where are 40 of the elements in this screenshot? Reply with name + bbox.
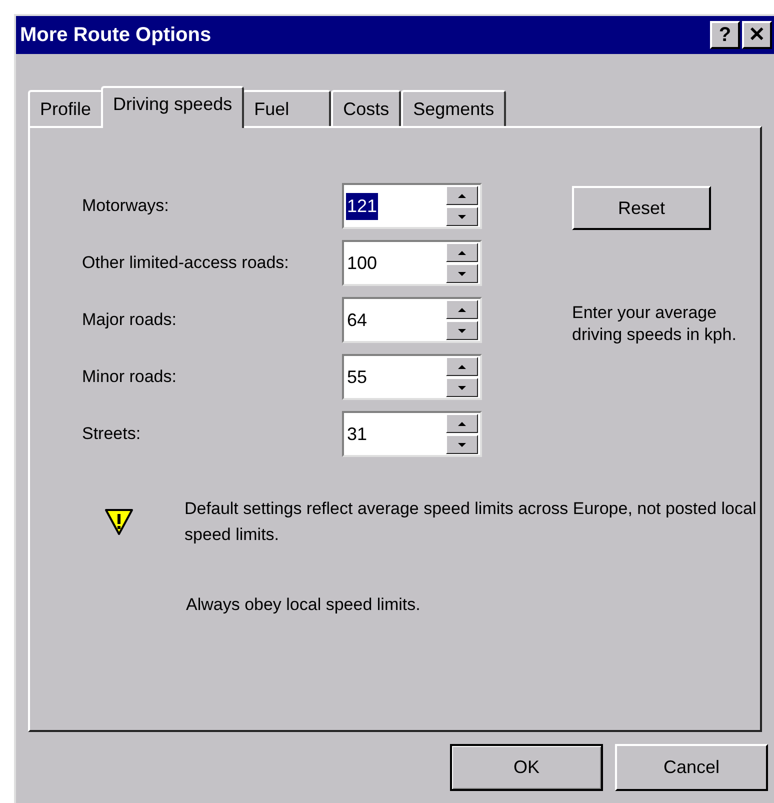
field-value: 100 [346, 252, 378, 274]
up-arrow-icon[interactable] [458, 364, 466, 368]
tab[interactable]: Profile [28, 90, 104, 126]
speed-spinbox[interactable]: 121 [342, 183, 482, 229]
notice-text: Always obey local speed limits. [186, 594, 422, 616]
down-arrow-icon[interactable] [458, 442, 466, 446]
down-arrow-icon[interactable] [458, 214, 466, 218]
field-value: 31 [346, 422, 368, 446]
down-arrow-icon[interactable] [458, 328, 466, 332]
cancel-button[interactable]: Cancel [615, 744, 768, 791]
speed-label: Motorways: [82, 195, 170, 217]
speed-label: Streets: [82, 423, 142, 445]
tab[interactable]: Costs [331, 90, 402, 126]
speed-spinbox[interactable]: 100 [342, 240, 482, 286]
speed-spinbox[interactable]: 64 [342, 297, 482, 343]
up-arrow-icon[interactable] [458, 250, 466, 254]
up-arrow-icon[interactable] [458, 308, 466, 312]
ok-button[interactable]: OK [450, 744, 603, 791]
up-arrow-icon[interactable] [458, 422, 466, 426]
hint-text: Enter your average driving speeds in kph. [572, 302, 737, 346]
warning-icon [104, 508, 134, 536]
tab[interactable]: Segments [401, 90, 506, 126]
speed-label: Minor roads: [82, 366, 178, 388]
field-value: 55 [346, 366, 368, 388]
speed-spinbox[interactable]: 31 [342, 411, 482, 457]
window-title: More Route Options [20, 23, 212, 48]
warning-text: Default settings reflect average speed limits across Europe, not posted local speed limits. [184, 498, 758, 546]
down-arrow-icon[interactable] [458, 386, 466, 390]
up-arrow-icon[interactable] [458, 194, 466, 198]
speed-label: Other limited-access roads: [82, 252, 290, 274]
speed-spinbox[interactable]: 55 [342, 354, 482, 400]
speed-label: Major roads: [82, 309, 178, 331]
field-value: 121 [346, 192, 378, 220]
help-button[interactable]: ? [710, 21, 740, 49]
tab[interactable]: Fuel [242, 90, 332, 126]
reset-button[interactable]: Reset [572, 186, 711, 230]
down-arrow-icon[interactable] [458, 272, 466, 276]
close-button[interactable]: ✕ [742, 21, 772, 49]
tab[interactable]: Driving speeds [101, 86, 244, 128]
field-value: 64 [346, 308, 368, 332]
